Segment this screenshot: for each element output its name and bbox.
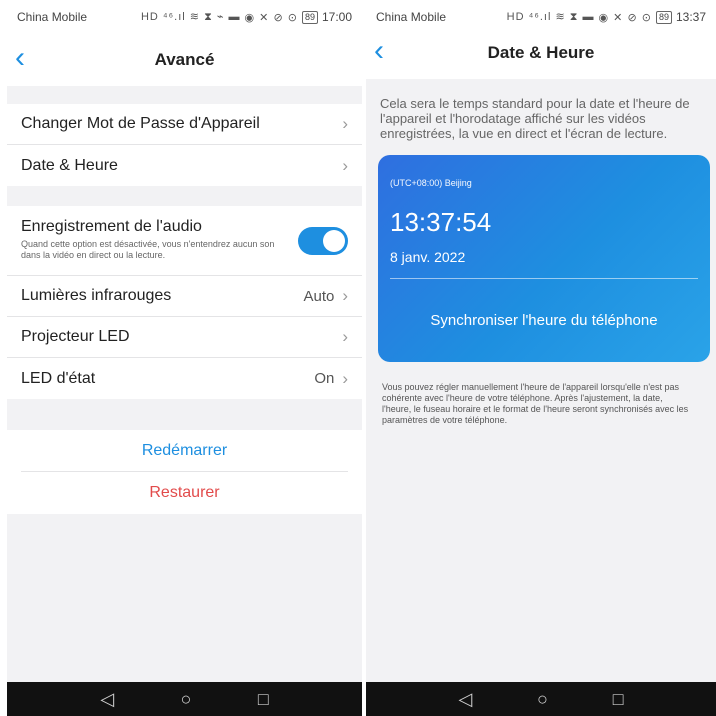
triangle-back-icon[interactable]: ◁	[100, 689, 114, 710]
restart-button[interactable]: Redémarrer	[21, 430, 348, 472]
date-time-screen: China Mobile HD ⁴⁶.ıl ≋ ⧗ ▬ ◉ ✕ ⊘ ⊙ 89 1…	[366, 0, 716, 716]
status-time: 13:37	[675, 10, 706, 24]
title-bar: ‹ Date & Heure	[366, 27, 716, 79]
row-label: Changer Mot de Passe d'Appareil	[21, 115, 260, 132]
status-icons: ◉ ✕ ⊘ ⊙	[244, 11, 298, 24]
square-recent-icon[interactable]: □	[258, 689, 269, 710]
status-time: 17:00	[321, 10, 352, 24]
row-label: Lumières infrarouges	[21, 287, 172, 304]
audio-recording-row: Enregistrement de l'audio Quand cette op…	[7, 206, 362, 276]
time-card: (UTC+08:00) Beijing 13:37:54 8 janv. 202…	[378, 155, 710, 362]
current-time: 13:37:54	[390, 207, 492, 237]
row-label: Projecteur LED	[21, 328, 130, 345]
row-label: Date & Heure	[21, 156, 118, 174]
chevron-right-icon: ›	[342, 327, 348, 346]
advanced-settings-screen: China Mobile HD ⁴⁶.ıl ≋ ⧗ ⌁ ▬ ◉ ✕ ⊘ ⊙ 89…	[7, 0, 362, 716]
system-nav-bar: ◁ ○ □	[366, 682, 716, 716]
settings-group-2: Enregistrement de l'audio Quand cette op…	[7, 206, 362, 399]
circle-home-icon[interactable]: ○	[537, 689, 548, 710]
led-projector-row[interactable]: Projecteur LED ›	[7, 317, 362, 358]
status-icons: ◉ ✕ ⊘ ⊙	[598, 11, 652, 24]
toggle-knob	[323, 230, 345, 252]
system-nav-bar: ◁ ○ □	[7, 682, 362, 716]
page-title: Date & Heure	[487, 43, 595, 62]
chevron-right-icon: ›	[342, 114, 348, 133]
chevron-left-icon[interactable]: ‹	[15, 43, 45, 74]
row-value: Auto	[303, 287, 335, 305]
row-value: On	[314, 370, 335, 387]
date-time-row[interactable]: Date & Heure ›	[7, 145, 362, 186]
carrier-label: China Mobile	[376, 10, 447, 24]
infrared-lights-row[interactable]: Lumières infrarouges Auto ›	[7, 276, 362, 317]
change-password-row[interactable]: Changer Mot de Passe d'Appareil ›	[7, 104, 362, 145]
triangle-back-icon[interactable]: ◁	[458, 689, 472, 710]
actions-group: Redémarrer Restaurer	[7, 430, 362, 514]
card-divider	[390, 278, 698, 279]
audio-description: Quand cette option est désactivée, vous …	[21, 239, 275, 260]
row-label: LED d'état	[21, 369, 96, 387]
sync-phone-time-button[interactable]: Synchroniser l'heure du téléphone	[378, 312, 710, 329]
chevron-right-icon: ›	[342, 368, 348, 388]
chevron-right-icon: ›	[342, 286, 348, 305]
chevron-right-icon: ›	[342, 155, 348, 175]
title-bar: ‹ Avancé	[7, 34, 362, 86]
status-bar: China Mobile HD ⁴⁶.ıl ≋ ⧗ ⌁ ▬ ◉ ✕ ⊘ ⊙ 89…	[7, 0, 362, 34]
square-recent-icon[interactable]: □	[613, 689, 624, 710]
settings-group-1: Changer Mot de Passe d'Appareil › Date &…	[7, 104, 362, 186]
intro-text: Cela sera le temps standard pour la date…	[380, 96, 690, 141]
battery-icon: 89	[301, 10, 318, 24]
chevron-left-icon[interactable]: ‹	[374, 36, 404, 67]
audio-label: Enregistrement de l'audio	[21, 218, 202, 235]
circle-home-icon[interactable]: ○	[181, 689, 192, 710]
timezone-label: (UTC+08:00) Beijing	[390, 178, 472, 188]
signal-icons: HD ⁴⁶.ıl ≋ ⧗ ▬	[506, 11, 595, 23]
current-date: 8 janv. 2022	[390, 249, 466, 265]
manual-adjust-note: Vous pouvez régler manuellement l'heure …	[382, 382, 689, 425]
battery-icon: 89	[655, 10, 672, 24]
audio-toggle[interactable]	[298, 227, 348, 255]
restore-button[interactable]: Restaurer	[21, 472, 348, 514]
status-led-row[interactable]: LED d'état On ›	[7, 358, 362, 399]
carrier-label: China Mobile	[17, 10, 88, 24]
signal-icons: HD ⁴⁶.ıl ≋ ⧗ ⌁ ▬	[140, 11, 241, 23]
page-title: Avancé	[154, 50, 215, 69]
